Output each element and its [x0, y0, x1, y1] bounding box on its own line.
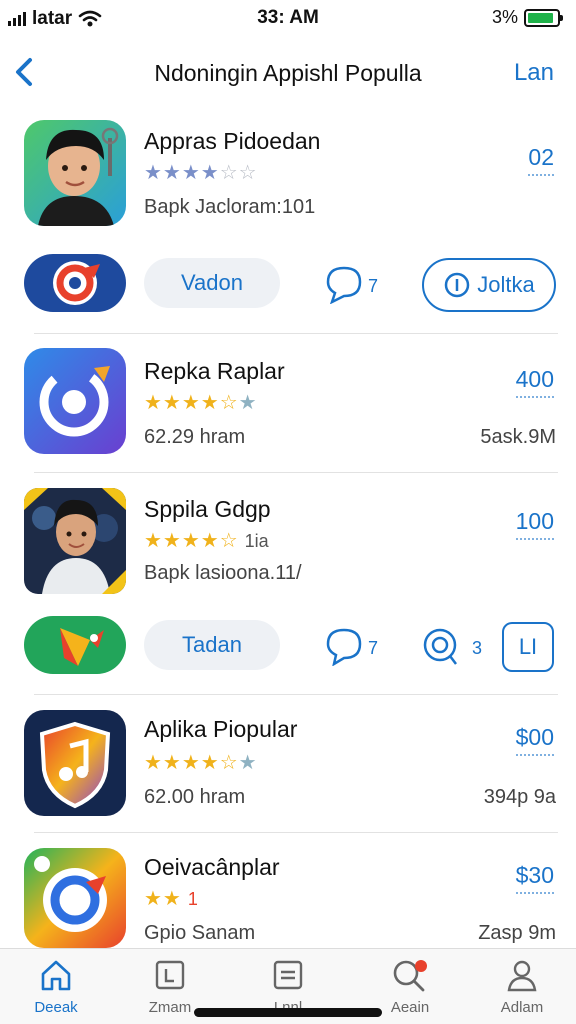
app-meta: Bapk lasioona.11/ — [144, 562, 302, 584]
status-right: 3% — [491, 7, 563, 28]
rating-stars: ★★★★☆☆ — [144, 162, 258, 184]
price-button[interactable]: $00 — [515, 724, 554, 756]
comment-icon[interactable] — [324, 264, 364, 304]
app-title: Aplika Piopular — [144, 716, 298, 742]
battery-percent: 3% — [491, 7, 518, 27]
open-button-label: Joltka — [477, 272, 535, 297]
app-icon — [24, 488, 126, 594]
price-button[interactable]: $30 — [515, 862, 554, 894]
more-button[interactable]: LI — [502, 622, 554, 672]
price-button[interactable]: 100 — [515, 508, 554, 540]
list-item[interactable]: Oeivacânplar ★★ 1 Gpio Sanam Zasp 9m $30 — [0, 848, 576, 948]
rating-extra: 1ia — [244, 531, 269, 551]
app-size: 394p 9a — [483, 786, 556, 808]
status-bar: latar 33: AM 3% — [0, 0, 576, 36]
app-icon — [24, 710, 126, 816]
divider — [34, 832, 558, 833]
list-icon — [273, 960, 303, 990]
rating-stars: ★★★★☆★ — [144, 752, 258, 774]
more-button-label: LI — [518, 634, 538, 659]
app-icon — [24, 120, 126, 226]
app-size: Zasp 9m — [478, 922, 556, 944]
tab-label: Deeak — [34, 999, 78, 1016]
list-item[interactable]: Appras Pidoedan ★★★★☆☆ Bapk Jacloram:101… — [0, 120, 576, 232]
rating-stars: ★★★★☆ 1ia — [144, 530, 269, 552]
battery-fill — [528, 12, 554, 23]
price-button[interactable]: 02 — [528, 144, 554, 176]
app-logo-icon[interactable] — [24, 616, 126, 674]
comment-count: 7 — [368, 276, 379, 296]
app-title: Oeivacânplar — [144, 854, 280, 880]
list-item[interactable]: Aplika Piopular ★★★★☆★ 62.00 hram 394p 9… — [0, 710, 576, 818]
battery-icon — [524, 8, 563, 27]
tab-profile[interactable]: Adlam — [474, 957, 570, 1016]
app-title: Sppila Gdgp — [144, 496, 271, 522]
divider — [34, 694, 558, 695]
primary-action-button[interactable]: Tadan — [144, 620, 280, 670]
action-row: Vadon 7 Joltka — [0, 254, 576, 318]
app-icon — [24, 348, 126, 454]
app-title: Appras Pidoedan — [144, 128, 321, 154]
app-icon — [24, 848, 126, 948]
notification-badge — [415, 960, 427, 972]
divider — [34, 333, 558, 334]
app-meta: 62.00 hram — [144, 786, 246, 808]
comment-count: 7 — [368, 638, 379, 658]
list-item[interactable]: Repka Raplar ★★★★☆★ 62.29 hram 5ask.9M 4… — [0, 348, 576, 458]
navigation-bar: Ndoningin Appishl Populla Lan — [0, 44, 576, 100]
calendar-icon — [155, 960, 185, 990]
rating-extra: 1 — [187, 889, 198, 909]
app-meta: Bapk Jacloram:101 — [144, 196, 316, 218]
chat-count: 3 — [472, 638, 483, 658]
home-indicator — [194, 1008, 382, 1017]
divider — [34, 472, 558, 473]
tab-home[interactable]: Deeak — [8, 957, 104, 1016]
open-button[interactable]: Joltka — [422, 258, 556, 312]
person-icon — [507, 960, 537, 992]
home-icon — [41, 960, 71, 991]
tab-label: Adlam — [500, 999, 544, 1016]
nav-right-button[interactable]: Lan — [514, 59, 554, 87]
action-row: Tadan 7 3 LI — [0, 616, 576, 680]
app-meta: Gpio Sanam — [144, 922, 256, 944]
rating-stars: ★★★★☆★ — [144, 392, 258, 414]
info-icon — [445, 272, 470, 298]
price-button[interactable]: 400 — [515, 366, 554, 398]
list-item[interactable]: Sppila Gdgp ★★★★☆ 1ia Bapk lasioona.11/ 1… — [0, 488, 576, 596]
app-size: 5ask.9M — [480, 426, 556, 448]
primary-action-button[interactable]: Vadon — [144, 258, 280, 308]
app-title: Repka Raplar — [144, 358, 285, 384]
rating-stars: ★★ 1 — [144, 888, 198, 910]
chat-icon[interactable] — [420, 626, 460, 666]
app-meta: 62.29 hram — [144, 426, 246, 448]
comment-icon[interactable] — [324, 626, 364, 666]
app-logo-icon[interactable] — [24, 254, 126, 312]
search-icon — [393, 960, 427, 992]
status-time: 33: AM — [257, 7, 319, 28]
page-title: Ndoningin Appishl Populla — [154, 60, 422, 86]
